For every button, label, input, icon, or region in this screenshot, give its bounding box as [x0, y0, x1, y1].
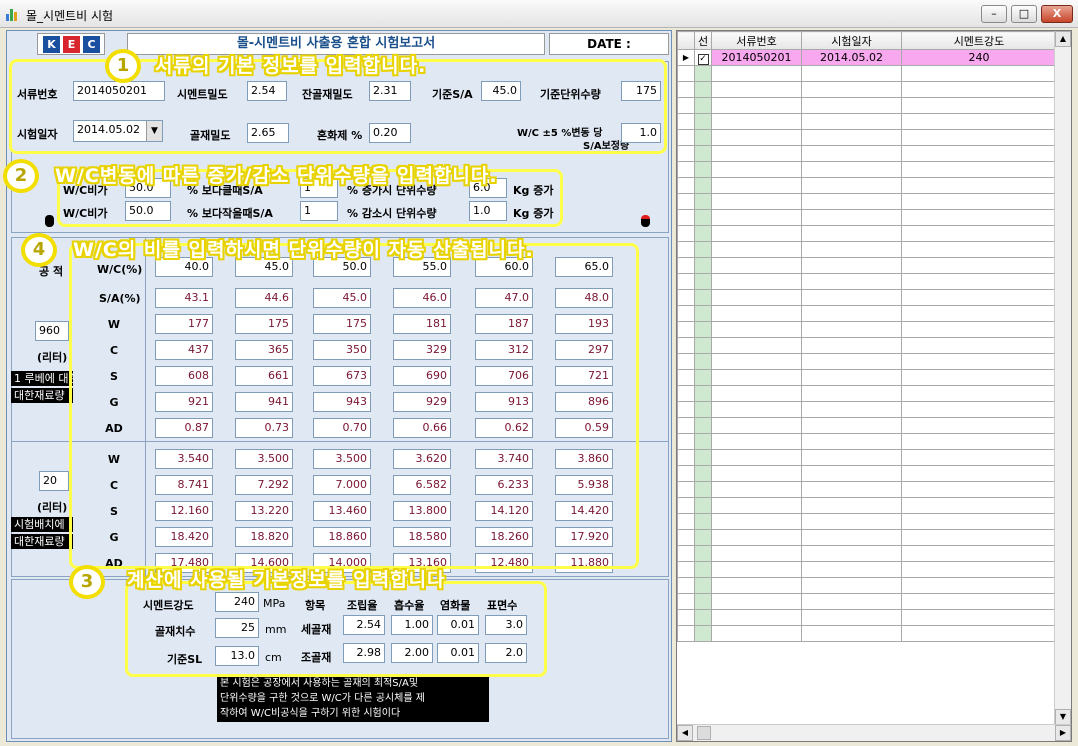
- table-row[interactable]: [677, 161, 1057, 178]
- table-row[interactable]: [677, 289, 1057, 306]
- table-row[interactable]: [677, 177, 1057, 194]
- minimize-button[interactable]: –: [981, 5, 1007, 23]
- annotation-3-frame: [125, 581, 547, 677]
- marker-left-icon: [45, 215, 54, 227]
- annotation-2-badge: 2: [3, 159, 39, 193]
- table-row[interactable]: [677, 209, 1057, 226]
- annotation-1-text: 서류의 기본 정보를 입력합니다.: [155, 55, 427, 77]
- table-row[interactable]: [677, 81, 1057, 98]
- marker-right-icon: [641, 215, 650, 227]
- col-test-date[interactable]: 시험일자: [801, 31, 902, 50]
- scroll-up-icon[interactable]: ▲: [1055, 31, 1071, 47]
- table-row[interactable]: [677, 497, 1057, 514]
- table-row[interactable]: [677, 353, 1057, 370]
- horizontal-scrollbar[interactable]: ◀ ▶: [677, 724, 1071, 741]
- kec-logo: K E C: [37, 33, 105, 55]
- scroll-thumb[interactable]: [697, 726, 711, 740]
- table-row[interactable]: [677, 145, 1057, 162]
- table-row[interactable]: [677, 417, 1057, 434]
- batch-note1-label: 시험배치에: [11, 517, 73, 532]
- table-row[interactable]: [677, 593, 1057, 610]
- col-doc-no[interactable]: 서류번호: [711, 31, 802, 50]
- close-button[interactable]: X: [1041, 5, 1073, 23]
- table-row[interactable]: [677, 465, 1057, 482]
- row-cement-strength[interactable]: 240: [901, 49, 1057, 66]
- table-row[interactable]: [677, 273, 1057, 290]
- annotation-3-text: 계산에 사용될 기본정보를 입력합니다: [127, 569, 446, 591]
- checkbox-checked-icon[interactable]: ✓: [694, 49, 712, 66]
- table-row[interactable]: [677, 545, 1057, 562]
- table-row[interactable]: [677, 625, 1057, 642]
- batch-volume-input[interactable]: 20: [39, 471, 69, 491]
- window-title: 몰_시멘트비 시험: [26, 9, 114, 23]
- table-row[interactable]: [677, 449, 1057, 466]
- row-test-date[interactable]: 2014.05.02: [801, 49, 902, 66]
- app-chart-icon: [6, 7, 20, 21]
- title-bar: 몰_시멘트비 시험 – □ X: [0, 0, 1078, 28]
- table-row[interactable]: [677, 561, 1057, 578]
- col-select[interactable]: 선: [694, 31, 712, 50]
- table-row[interactable]: [677, 609, 1057, 626]
- date-label: DATE : 2014.05.02: [549, 33, 669, 71]
- volume-unit: (리터): [37, 351, 68, 364]
- batch-note2-label: 대한재료량: [11, 534, 73, 549]
- records-grid[interactable]: 선 서류번호 시험일자 시멘트강도 ▶ ✓ 2014050201 2014.05…: [676, 30, 1072, 742]
- table-row[interactable]: [677, 305, 1057, 322]
- annotation-3-badge: 3: [69, 565, 105, 599]
- row-doc-no[interactable]: 2014050201: [711, 49, 802, 66]
- vertical-scrollbar[interactable]: ▲ ▼: [1054, 31, 1071, 725]
- table-row[interactable]: ▶ ✓ 2014050201 2014.05.02 240: [677, 49, 1057, 66]
- table-row[interactable]: [677, 257, 1057, 274]
- table-row[interactable]: [677, 225, 1057, 242]
- table-row[interactable]: [677, 129, 1057, 146]
- table-row[interactable]: [677, 481, 1057, 498]
- table-row[interactable]: [677, 385, 1057, 402]
- table-row[interactable]: [677, 321, 1057, 338]
- table-row[interactable]: [677, 113, 1057, 130]
- maximize-button[interactable]: □: [1011, 5, 1037, 23]
- report-form-panel: K E C 몰-시멘트비 사출용 혼합 시험보고서 DATE : 2014.05…: [3, 30, 672, 742]
- grid-header-row: 선 서류번호 시험일자 시멘트강도: [677, 31, 1057, 50]
- annotation-4-text: W/C의 비를 입력하시면 단위수량이 자동 산출됩니다.: [73, 239, 534, 261]
- table-row[interactable]: [677, 529, 1057, 546]
- table-row[interactable]: [677, 241, 1057, 258]
- annotation-4-frame: [69, 243, 639, 569]
- col-cement-strength[interactable]: 시멘트강도: [901, 31, 1057, 50]
- row-pointer-icon: ▶: [677, 49, 695, 66]
- scroll-left-icon[interactable]: ◀: [677, 725, 693, 741]
- table-row[interactable]: [677, 369, 1057, 386]
- footnote-text: 본 시험은 공장에서 사용하는 골재의 최적S/A및 단위수량을 구한 것으로 …: [217, 676, 489, 722]
- table-row[interactable]: [677, 577, 1057, 594]
- table-row[interactable]: [677, 65, 1057, 82]
- table-row[interactable]: [677, 513, 1057, 530]
- table-row[interactable]: [677, 401, 1057, 418]
- annotation-4-badge: 4: [21, 233, 57, 267]
- table-row[interactable]: [677, 433, 1057, 450]
- scroll-right-icon[interactable]: ▶: [1055, 725, 1071, 741]
- table-row[interactable]: [677, 97, 1057, 114]
- batch-volume-unit: (리터): [37, 501, 68, 514]
- scroll-down-icon[interactable]: ▼: [1055, 709, 1071, 725]
- note1-label: 1 루베에 대한: [11, 371, 73, 386]
- note2-label: 대한재료량: [11, 388, 73, 403]
- annotation-1-badge: 1: [105, 49, 141, 83]
- table-row[interactable]: [677, 193, 1057, 210]
- annotation-2-text: W/C변동에 따른 증가/감소 단위수량을 입력합니다.: [55, 165, 498, 187]
- volume-input[interactable]: 960: [35, 321, 69, 341]
- table-row[interactable]: [677, 337, 1057, 354]
- records-table: 선 서류번호 시험일자 시멘트강도 ▶ ✓ 2014050201 2014.05…: [677, 31, 1057, 642]
